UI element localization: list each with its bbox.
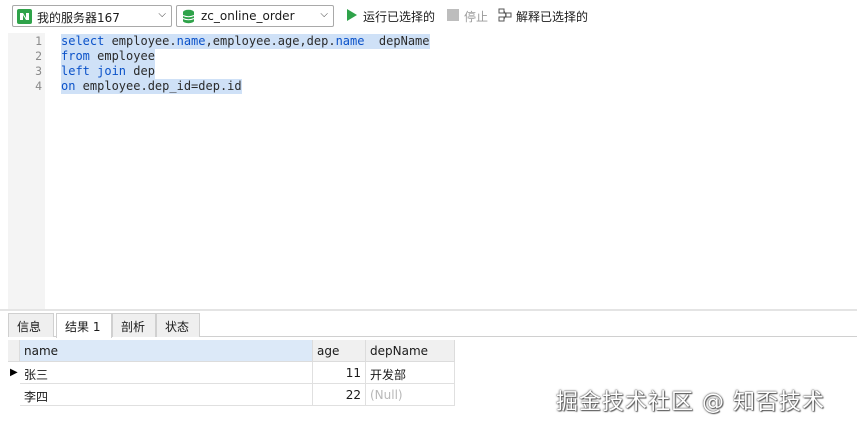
sql-keyword: name xyxy=(335,34,365,48)
chevron-down-icon: ⌵ xyxy=(158,9,166,20)
result-tabs: 信息 结果 1 剖析 状态 xyxy=(8,313,857,338)
explain-selected-label: 解释已选择的 xyxy=(516,10,589,24)
line-number: 1 xyxy=(35,34,42,48)
sql-text: employee xyxy=(89,49,155,63)
sql-keyword: name xyxy=(176,34,206,48)
code-line[interactable]: left join dep xyxy=(61,64,155,79)
tab-result-1[interactable]: 结果 1 xyxy=(56,313,112,338)
current-row-indicator-icon: ▶ xyxy=(10,367,18,378)
connection-icon xyxy=(17,9,32,24)
table-cell[interactable]: 张三 xyxy=(20,362,313,384)
table-cell[interactable]: 李四 xyxy=(20,384,313,406)
table-cell[interactable]: 22 xyxy=(313,384,366,406)
play-icon xyxy=(347,9,357,21)
run-selected-label: 运行已选择的 xyxy=(363,10,436,24)
sql-editor[interactable]: 1 2 3 4 select employee.name,employee.ag… xyxy=(8,33,857,309)
code-line[interactable]: on employee.dep_id=dep.id xyxy=(61,79,242,94)
stop-icon xyxy=(447,9,459,21)
column-header-name[interactable]: name xyxy=(20,340,313,362)
database-label: zc_online_order xyxy=(201,9,295,23)
tab-info[interactable]: 信息 xyxy=(8,313,54,337)
stop-label: 停止 xyxy=(464,10,489,24)
line-number-gutter: 1 2 3 4 xyxy=(8,33,45,309)
sql-text: dep xyxy=(126,64,155,78)
stop-button[interactable]: 停止 xyxy=(446,6,490,26)
table-cell[interactable]: 开发部 xyxy=(366,362,455,384)
column-header-age[interactable]: age xyxy=(313,340,366,362)
tab-status[interactable]: 状态 xyxy=(156,313,200,337)
splitter[interactable] xyxy=(0,309,857,311)
database-icon xyxy=(182,9,195,24)
line-number: 4 xyxy=(35,79,42,93)
explain-icon xyxy=(498,8,512,22)
run-selected-button[interactable]: 运行已选择的 xyxy=(345,6,437,26)
table-cell-null[interactable]: (Null) xyxy=(366,384,455,406)
sql-keyword: from xyxy=(61,49,90,63)
line-number: 2 xyxy=(35,49,42,63)
code-line[interactable]: select employee.name,employee.age,dep.na… xyxy=(61,34,430,49)
code-line[interactable]: from employee xyxy=(61,49,155,64)
chevron-down-icon: ⌵ xyxy=(320,9,328,20)
line-number: 3 xyxy=(35,64,42,78)
sql-keyword: left join xyxy=(61,64,127,78)
database-select[interactable]: zc_online_order ⌵ xyxy=(176,5,334,27)
column-header-depname[interactable]: depName xyxy=(366,340,455,362)
sql-text: ,employee.age,dep. xyxy=(205,34,336,48)
tab-profile[interactable]: 剖析 xyxy=(112,313,156,337)
sql-keyword: select xyxy=(61,34,105,48)
explain-selected-button[interactable]: 解释已选择的 xyxy=(498,6,592,26)
sql-text: employee.dep_id=dep.id xyxy=(75,79,242,93)
row-header-corner xyxy=(8,340,20,362)
sql-text: depName xyxy=(364,34,430,48)
sql-keyword: on xyxy=(61,79,76,93)
watermark: 掘金技术社区 @ 知否技术 xyxy=(556,390,825,415)
connection-label: 我的服务器167 xyxy=(37,11,120,25)
connection-select[interactable]: 我的服务器167 ⌵ xyxy=(12,5,172,27)
sql-text: employee. xyxy=(104,34,177,48)
table-cell[interactable]: 11 xyxy=(313,362,366,384)
toolbar: 我的服务器167 ⌵ zc_online_order ⌵ 运行已选择的 停止 解… xyxy=(0,0,857,33)
